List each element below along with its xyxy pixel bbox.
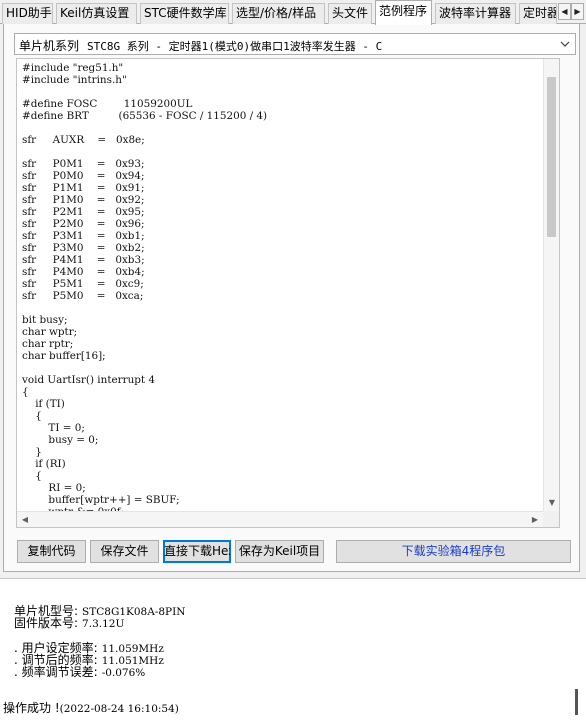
save-file-button[interactable]: 保存文件 bbox=[90, 540, 159, 563]
tab-stc-math[interactable]: STC硬件数学库 bbox=[140, 3, 229, 24]
freq-error-value: -0.076% bbox=[101, 667, 146, 679]
code-text[interactable]: #include "reg51.h" #include "intrins.h" … bbox=[17, 59, 543, 511]
tab-label: Keil仿真设置 bbox=[60, 6, 130, 20]
firmware-line: 固件版本号: 7.3.12U bbox=[14, 614, 124, 631]
tab-hid-helper[interactable]: HID助手 bbox=[2, 3, 53, 24]
freq-error-line: . 频率调节误差: -0.076% bbox=[14, 663, 145, 680]
triangle-right-icon: ▶ bbox=[574, 7, 581, 16]
copy-code-button[interactable]: 复制代码 bbox=[17, 540, 86, 563]
download-hex-button[interactable]: 直接下载Hex bbox=[163, 540, 231, 563]
tab-examples[interactable]: 范例程序 bbox=[375, 0, 432, 25]
tab-baud-calculator[interactable]: 波特率计算器 bbox=[435, 3, 516, 24]
triangle-left-icon: ◀ bbox=[561, 7, 568, 16]
tab-label: 头文件 bbox=[332, 6, 369, 20]
tab-scroll-right-button[interactable]: ▶ bbox=[571, 3, 584, 20]
tab-selection-price[interactable]: 选型/价格/样品 bbox=[232, 3, 325, 24]
tab-label: 选型/价格/样品 bbox=[236, 6, 317, 20]
tab-header-file[interactable]: 头文件 bbox=[328, 3, 372, 24]
tab-label: 波特率计算器 bbox=[439, 6, 512, 20]
tab-label: 定时器 bbox=[523, 6, 557, 20]
tab-scroll-left-button[interactable]: ◀ bbox=[558, 3, 571, 20]
firmware-value: 7.3.12U bbox=[82, 618, 125, 630]
tab-label: 范例程序 bbox=[379, 4, 428, 18]
horizontal-scrollbar[interactable]: ◀ ▶ bbox=[17, 511, 543, 527]
tab-label: HID助手 bbox=[6, 6, 52, 20]
log-scroll-thumb[interactable] bbox=[575, 689, 578, 715]
info-log-area: 单片机型号: STC8G1K08A-8PIN 固件版本号: 7.3.12U . 用户… bbox=[0, 578, 586, 728]
firmware-label: 固件版本号: bbox=[14, 616, 79, 630]
scroll-right-icon[interactable]: ▶ bbox=[527, 512, 543, 528]
code-viewer[interactable]: #include "reg51.h" #include "intrins.h" … bbox=[16, 58, 560, 528]
selected-example: STC8G 系列 - 定时器1(模式0)做串口1波特率发生器 - C bbox=[87, 40, 383, 53]
scroll-down-icon[interactable]: ▼ bbox=[544, 495, 560, 511]
status-time: (2022-08-24 16:10:54) bbox=[59, 703, 179, 715]
scrollbar-corner bbox=[543, 511, 559, 527]
mcu-series-label: 单片机系列 bbox=[19, 39, 80, 53]
vertical-scrollbar[interactable]: ▼ bbox=[543, 59, 559, 511]
freq-error-label: . 频率调节误差: bbox=[14, 665, 98, 679]
download-kit-package-button[interactable]: 下载实验箱4程序包 bbox=[336, 540, 571, 563]
status-message: 操作成功 !(2022-08-24 16:10:54) bbox=[3, 699, 179, 716]
example-selector[interactable]: 单片机系列 STC8G 系列 - 定时器1(模式0)做串口1波特率发生器 - C bbox=[14, 33, 576, 55]
status-label: 操作成功 ! bbox=[3, 701, 60, 715]
tab-timer[interactable]: 定时器 bbox=[519, 3, 557, 24]
scroll-left-icon[interactable]: ◀ bbox=[17, 512, 33, 528]
tab-keil-sim[interactable]: Keil仿真设置 bbox=[56, 3, 137, 24]
save-keil-project-button[interactable]: 保存为Keil项目 bbox=[235, 540, 324, 563]
chevron-down-icon[interactable] bbox=[559, 37, 571, 51]
vertical-scroll-thumb[interactable] bbox=[547, 77, 556, 237]
tab-label: STC硬件数学库 bbox=[144, 6, 227, 20]
examples-panel: 单片机系列 STC8G 系列 - 定时器1(模式0)做串口1波特率发生器 - C… bbox=[3, 24, 580, 572]
tab-bar: HID助手 Keil仿真设置 STC硬件数学库 选型/价格/样品 头文件 范例程… bbox=[0, 0, 586, 25]
